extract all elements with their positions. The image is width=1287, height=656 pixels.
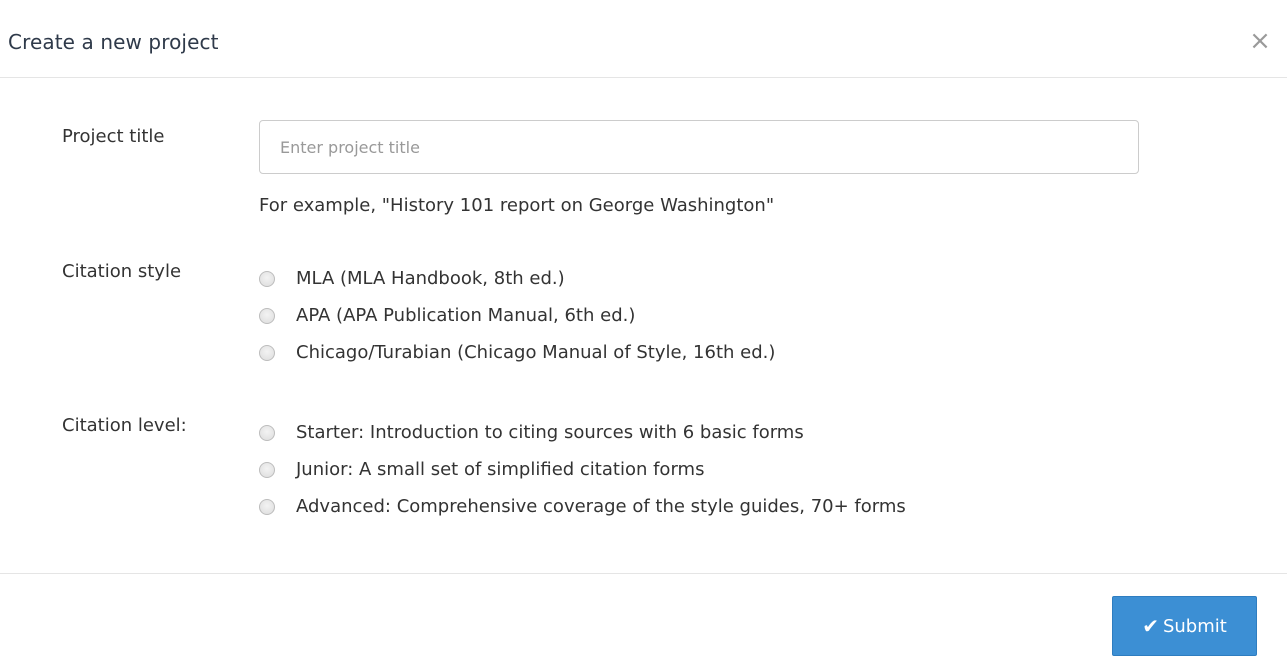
radio-label: Starter: Introduction to citing sources … — [296, 422, 804, 443]
citation-style-label: Citation style — [62, 261, 182, 282]
submit-label: Submit — [1162, 615, 1227, 637]
radio-label: Chicago/Turabian (Chicago Manual of Styl… — [296, 342, 776, 363]
close-icon: × — [1249, 26, 1271, 56]
create-project-modal: Create a new project × Project title For… — [0, 0, 1287, 656]
citation-level-label: Citation level: — [62, 415, 187, 436]
close-button[interactable]: × — [1247, 26, 1273, 56]
citation-level-option-advanced[interactable]: Advanced: Comprehensive coverage of the … — [259, 488, 906, 525]
radio-label: APA (APA Publication Manual, 6th ed.) — [296, 305, 636, 326]
citation-style-option-chicago[interactable]: Chicago/Turabian (Chicago Manual of Styl… — [259, 334, 775, 371]
submit-button[interactable]: ✔ Submit — [1112, 596, 1257, 656]
footer-divider — [0, 573, 1287, 574]
radio-button[interactable] — [259, 344, 275, 361]
radio-button[interactable] — [259, 307, 275, 324]
radio-button[interactable] — [259, 424, 275, 441]
radio-label: Junior: A small set of simplified citati… — [296, 459, 705, 480]
citation-style-radio-group: MLA (MLA Handbook, 8th ed.) APA (APA Pub… — [259, 260, 775, 371]
citation-style-option-mla[interactable]: MLA (MLA Handbook, 8th ed.) — [259, 260, 775, 297]
citation-style-option-apa[interactable]: APA (APA Publication Manual, 6th ed.) — [259, 297, 775, 334]
citation-level-option-junior[interactable]: Junior: A small set of simplified citati… — [259, 451, 906, 488]
project-title-label: Project title — [62, 126, 165, 147]
citation-level-option-starter[interactable]: Starter: Introduction to citing sources … — [259, 414, 906, 451]
check-icon: ✔ — [1142, 614, 1159, 638]
project-title-help-text: For example, "History 101 report on Geor… — [259, 195, 775, 216]
modal-header: Create a new project × — [0, 0, 1287, 78]
citation-level-radio-group: Starter: Introduction to citing sources … — [259, 414, 906, 525]
radio-button[interactable] — [259, 498, 275, 515]
radio-button[interactable] — [259, 461, 275, 478]
radio-label: MLA (MLA Handbook, 8th ed.) — [296, 268, 565, 289]
radio-button[interactable] — [259, 270, 275, 287]
radio-label: Advanced: Comprehensive coverage of the … — [296, 496, 906, 517]
project-title-input[interactable] — [259, 120, 1139, 174]
modal-title: Create a new project — [8, 30, 219, 54]
